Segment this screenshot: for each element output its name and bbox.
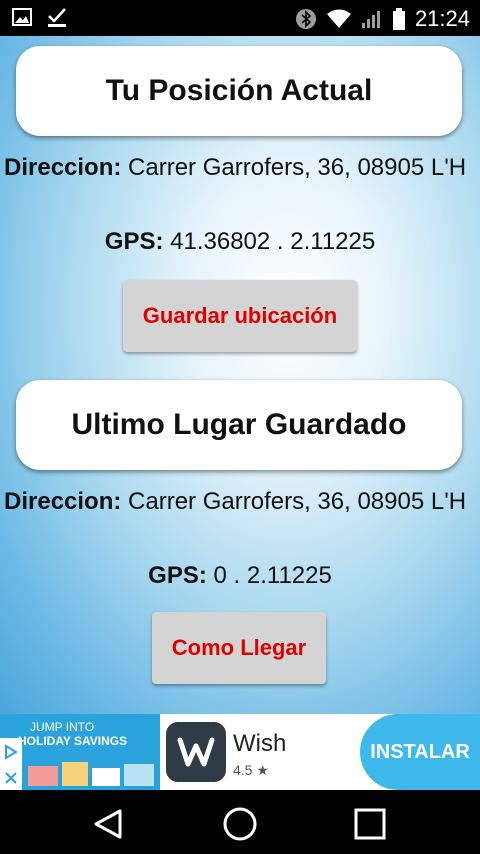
save-location-button[interactable]: Guardar ubicación <box>123 280 357 352</box>
last-saved-card: Ultimo Lugar Guardado <box>16 380 462 470</box>
ad-choices[interactable] <box>0 738 22 790</box>
wifi-icon <box>326 9 351 28</box>
home-icon[interactable] <box>222 806 258 842</box>
saved-address-label: Direccion: <box>4 488 122 515</box>
saved-address-value: Carrer Garrofers, 36, 08905 L'H <box>128 488 467 515</box>
signal-icon <box>361 11 380 28</box>
current-gps-row: GPS: 41.36802 . 2.11225 <box>0 228 480 256</box>
bluetooth-icon <box>295 9 316 29</box>
ad-rating-row: 4.5 ★ <box>233 762 269 779</box>
current-position-card: Tu Posición Actual <box>16 46 462 136</box>
saved-gps-label: GPS: <box>148 562 207 589</box>
back-icon[interactable] <box>93 808 123 840</box>
nav-bar <box>0 790 480 854</box>
current-position-title: Tu Posición Actual <box>105 74 373 107</box>
ad-banner[interactable]: JUMP INTO HOLIDAY SAVINGS Wish 4.5 ★ INS… <box>0 714 480 790</box>
star-icon: ★ <box>256 762 269 778</box>
last-saved-title: Ultimo Lugar Guardado <box>71 408 407 441</box>
install-button[interactable]: INSTALAR <box>360 714 480 790</box>
battery-icon <box>392 8 405 30</box>
ad-banner-image[interactable]: JUMP INTO HOLIDAY SAVINGS <box>0 714 160 790</box>
status-bar: 21:24 <box>0 0 480 36</box>
ad-rating: 4.5 <box>233 762 253 778</box>
current-gps-value: 41.36802 . 2.11225 <box>170 228 376 255</box>
clock: 21:24 <box>414 6 470 31</box>
ad-banner-line1: JUMP INTO <box>30 720 95 734</box>
ad-illustration <box>28 758 156 786</box>
current-address-row: Direccion: Carrer Garrofers, 36, 08905 L… <box>4 154 480 182</box>
current-gps-label: GPS: <box>104 228 164 255</box>
wish-app-icon[interactable] <box>166 722 226 782</box>
saved-address-row: Direccion: Carrer Garrofers, 36, 08905 L… <box>4 488 480 516</box>
image-icon <box>12 8 32 26</box>
current-address-value: Carrer Garrofers, 36, 08905 L'H <box>128 154 467 181</box>
ad-banner-line2: HOLIDAY SAVINGS <box>18 734 128 748</box>
ad-choices-icon[interactable] <box>3 743 19 760</box>
recents-icon[interactable] <box>354 808 386 840</box>
main-content: Tu Posición Actual Direccion: Carrer Gar… <box>0 36 480 714</box>
saved-gps-value: 0 . 2.11225 <box>213 562 332 589</box>
ad-app-name: Wish <box>233 730 287 757</box>
wish-logo-icon <box>177 737 215 767</box>
saved-gps-row: GPS: 0 . 2.11225 <box>0 562 480 590</box>
close-icon[interactable] <box>4 771 18 785</box>
current-address-label: Direccion: <box>4 154 122 181</box>
check-download-icon <box>48 8 66 27</box>
directions-button[interactable]: Como Llegar <box>152 612 326 684</box>
